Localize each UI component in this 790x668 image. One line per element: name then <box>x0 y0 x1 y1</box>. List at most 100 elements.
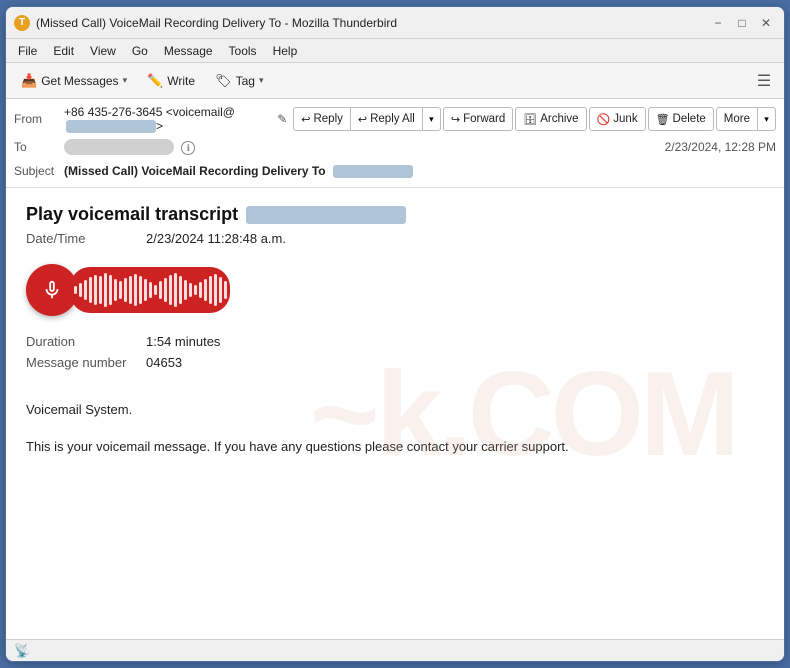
email-action-buttons: ↩ Reply ↩ Reply All ▾ ↪ Forward 🗄 Archiv… <box>293 107 776 131</box>
minimize-button[interactable]: − <box>708 13 728 33</box>
wave-bar <box>79 283 82 297</box>
get-messages-dropdown-icon[interactable]: ▾ <box>123 75 128 86</box>
waveform-display <box>70 267 230 313</box>
email-date: 2/23/2024, 12:28 PM <box>665 140 776 154</box>
to-value: ℹ <box>64 139 657 155</box>
email-body-title: Play voicemail transcript <box>26 204 764 225</box>
wave-bar <box>124 278 127 302</box>
wave-bar <box>139 276 142 304</box>
menu-help[interactable]: Help <box>265 42 306 60</box>
wave-bar <box>154 285 157 295</box>
tag-dropdown-icon[interactable]: ▾ <box>259 75 264 86</box>
microphone-icon <box>41 279 63 301</box>
menu-go[interactable]: Go <box>124 42 156 60</box>
recipient-info-icon[interactable]: ℹ <box>181 141 195 155</box>
wave-bar <box>204 279 207 301</box>
wave-bar <box>189 283 192 297</box>
more-button[interactable]: More <box>716 107 758 131</box>
wave-bar <box>149 282 152 298</box>
tag-button[interactable]: 🏷 Tag ▾ <box>206 67 272 95</box>
subject-row: Subject (Missed Call) VoiceMail Recordin… <box>14 159 776 183</box>
datetime-label: Date/Time <box>26 231 146 246</box>
datetime-value: 2/23/2024 11:28:48 a.m. <box>146 231 286 246</box>
inbox-icon: 📥 <box>21 73 37 89</box>
wave-bar <box>169 275 172 305</box>
wave-bar <box>119 281 122 299</box>
window-controls: − □ ✕ <box>708 13 776 33</box>
from-value: +86 435-276-3645 <voicemail@> <box>64 105 277 133</box>
menu-bar: File Edit View Go Message Tools Help <box>6 39 784 63</box>
subject-label: Subject <box>14 164 64 178</box>
delete-button[interactable]: 🗑 Delete <box>648 107 714 131</box>
duration-row: Duration 1:54 minutes <box>26 334 764 349</box>
wave-bar <box>94 275 97 305</box>
wave-bar <box>184 280 187 300</box>
datetime-row: Date/Time 2/23/2024 11:28:48 a.m. <box>26 231 764 246</box>
toolbar: 📥 Get Messages ▾ ✏️ Write 🏷 Tag ▾ ☰ <box>6 63 784 99</box>
from-row: From +86 435-276-3645 <voicemail@> ✎ ↩ R… <box>14 103 776 135</box>
thunderbird-window: T (Missed Call) VoiceMail Recording Deli… <box>5 6 785 662</box>
wave-bar <box>179 276 182 304</box>
connection-status-icon: 📡 <box>14 643 30 659</box>
junk-button[interactable]: 🚫 Junk <box>589 107 646 131</box>
menu-message[interactable]: Message <box>156 42 221 60</box>
menu-file[interactable]: File <box>10 42 45 60</box>
archive-icon: 🗄 <box>523 113 537 126</box>
more-dropdown-button[interactable]: ▾ <box>758 107 776 131</box>
body-text-2: This is your voicemail message. If you h… <box>26 437 764 458</box>
title-blurred-overlay <box>246 206 406 224</box>
title-bar: T (Missed Call) VoiceMail Recording Deli… <box>6 7 784 39</box>
reply-icon: ↩ <box>301 113 310 126</box>
wave-bar <box>194 285 197 295</box>
forward-icon: ↪ <box>451 113 460 126</box>
wave-bar <box>89 277 92 303</box>
wave-bar <box>214 274 217 306</box>
wave-bar <box>174 273 177 307</box>
app-icon: T <box>14 15 30 31</box>
get-messages-button[interactable]: 📥 Get Messages ▾ <box>12 67 136 95</box>
wave-bar <box>134 274 137 306</box>
archive-button[interactable]: 🗄 Archive <box>515 107 586 131</box>
from-label: From <box>14 112 64 126</box>
subject-value: (Missed Call) VoiceMail Recording Delive… <box>64 164 776 178</box>
message-number-value: 04653 <box>146 355 182 370</box>
delete-icon: 🗑 <box>656 113 670 126</box>
wave-bar <box>159 281 162 299</box>
to-label: To <box>14 140 64 154</box>
hamburger-menu-button[interactable]: ☰ <box>750 67 778 95</box>
wave-bar <box>144 279 147 301</box>
wave-bar <box>104 273 107 307</box>
wave-bar <box>99 276 102 304</box>
reply-all-dropdown-button[interactable]: ▾ <box>423 107 441 131</box>
reply-button-group: ↩ Reply ↩ Reply All ▾ <box>293 107 441 131</box>
email-header: From +86 435-276-3645 <voicemail@> ✎ ↩ R… <box>6 99 784 188</box>
write-button[interactable]: ✏️ Write <box>138 67 204 95</box>
reply-all-button[interactable]: ↩ Reply All <box>351 107 423 131</box>
status-bar: 📡 <box>6 639 784 661</box>
write-icon: ✏️ <box>147 73 163 89</box>
wave-bar <box>219 277 222 303</box>
tag-icon: 🏷 <box>215 73 232 89</box>
body-text-1: Voicemail System. <box>26 400 764 421</box>
duration-label: Duration <box>26 334 146 349</box>
menu-edit[interactable]: Edit <box>45 42 82 60</box>
wave-bar <box>164 278 167 302</box>
close-button[interactable]: ✕ <box>756 13 776 33</box>
wave-bar <box>74 286 77 294</box>
wave-bar <box>199 282 202 298</box>
maximize-button[interactable]: □ <box>732 13 752 33</box>
more-button-group: More ▾ <box>716 107 776 131</box>
edit-from-icon[interactable]: ✎ <box>277 112 287 126</box>
menu-tools[interactable]: Tools <box>221 42 265 60</box>
message-number-row: Message number 04653 <box>26 355 764 370</box>
voicemail-player <box>26 264 764 316</box>
reply-all-icon: ↩ <box>358 113 367 126</box>
message-number-label: Message number <box>26 355 146 370</box>
wave-bar <box>84 280 87 300</box>
duration-value: 1:54 minutes <box>146 334 220 349</box>
reply-button[interactable]: ↩ Reply <box>293 107 351 131</box>
wave-bar <box>224 281 227 299</box>
menu-view[interactable]: View <box>82 42 124 60</box>
window-title: (Missed Call) VoiceMail Recording Delive… <box>36 16 708 30</box>
forward-button[interactable]: ↪ Forward <box>443 107 513 131</box>
